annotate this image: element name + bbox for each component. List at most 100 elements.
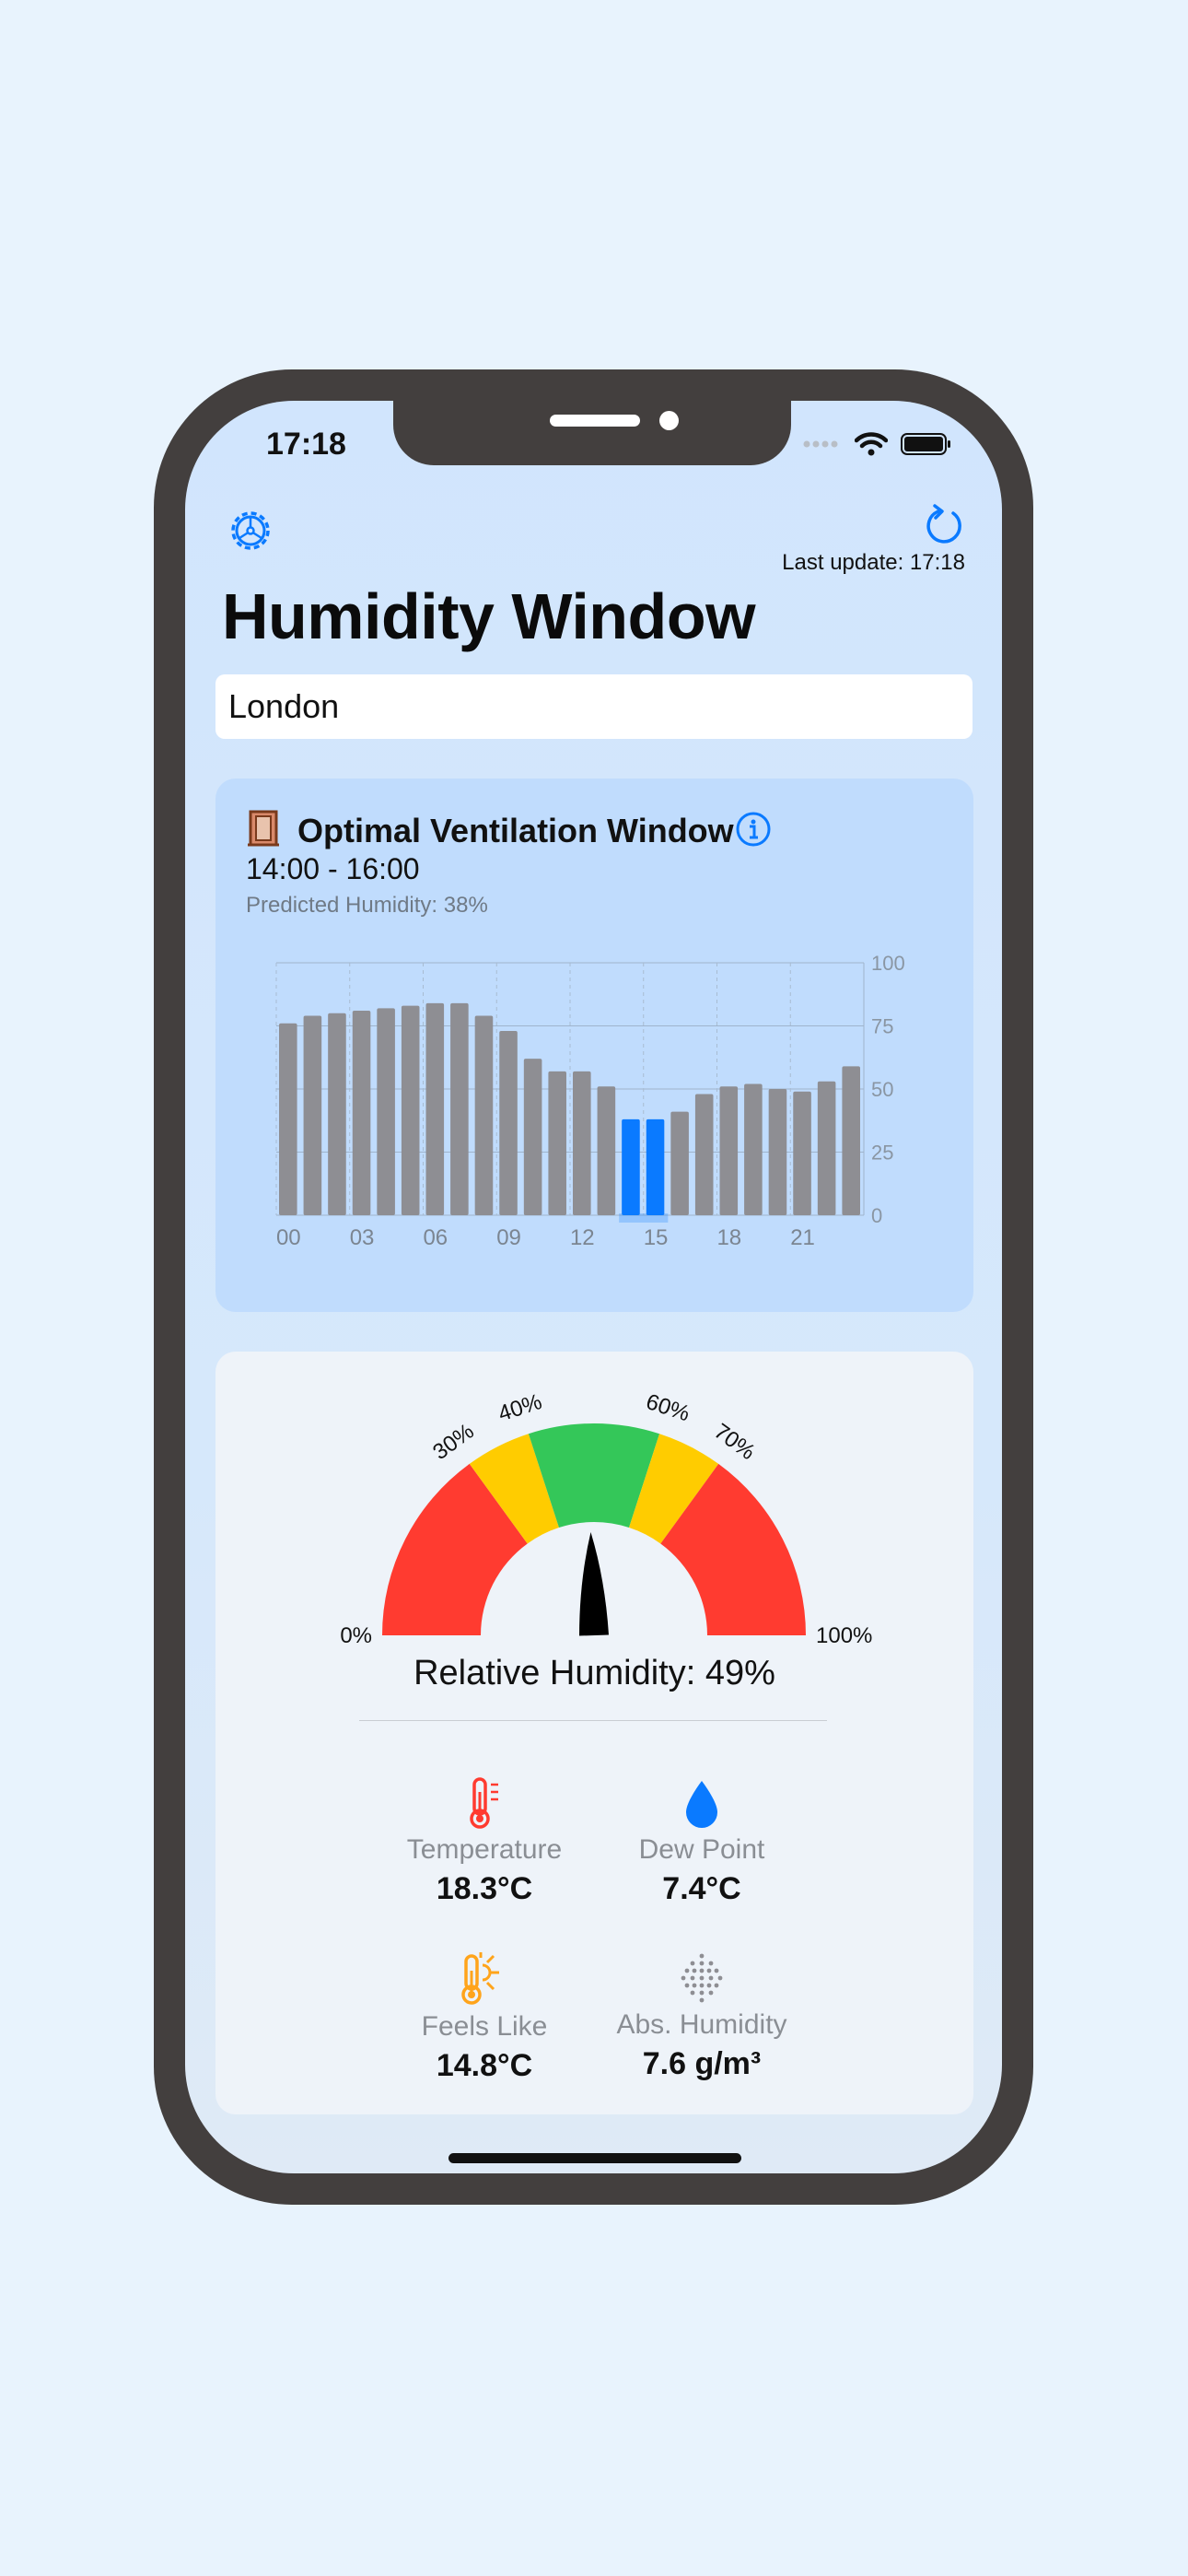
chart-bar xyxy=(817,1081,836,1215)
chart-bar xyxy=(548,1071,566,1215)
gauge-tick-label: 100% xyxy=(816,1623,872,1646)
chart-bar xyxy=(425,1002,445,1215)
chart-bar xyxy=(842,1066,860,1215)
page-title: Humidity Window xyxy=(222,580,756,652)
dot xyxy=(699,1961,705,1966)
chart-bar xyxy=(474,1015,494,1215)
hourly-humidity-chart: 0 25 50 75 100 00 03 06 09 12 15 18 21 xyxy=(275,952,905,1250)
chart-bar xyxy=(401,1005,420,1215)
chart-bar xyxy=(719,1086,739,1215)
x-tick-label: 12 xyxy=(570,1225,595,1250)
dot xyxy=(699,1990,705,1996)
gauge-needle xyxy=(579,1532,609,1636)
chart-bar xyxy=(597,1086,616,1215)
app-screen: 17:18 Last update: 17:18 Humidity Window… xyxy=(185,401,1002,2173)
home-indicator xyxy=(448,2153,741,2163)
metric-value: 7.6 g/m³ xyxy=(642,2046,762,2081)
dot xyxy=(706,1968,712,1973)
dot xyxy=(708,1975,714,1981)
refresh-icon[interactable] xyxy=(922,498,968,550)
x-tick-label: 18 xyxy=(716,1225,741,1250)
dot xyxy=(692,1983,697,1988)
dot xyxy=(699,1968,705,1973)
last-update-label: Last update: 17:18 xyxy=(782,550,965,575)
battery-icon xyxy=(901,433,950,455)
metric-temperature: Temperature 18.3°C xyxy=(365,1775,604,1907)
metric-value: 18.3°C xyxy=(436,1871,533,1906)
metric-label: Dew Point xyxy=(638,1834,765,1865)
gauge-tick-label: 60% xyxy=(643,1389,693,1427)
chart-bar xyxy=(694,1094,714,1215)
chart-bar xyxy=(670,1111,689,1215)
chart-bar xyxy=(793,1091,811,1215)
speaker xyxy=(550,415,640,427)
chart-bar xyxy=(523,1059,542,1215)
relative-humidity-readout: Relative Humidity: 49% xyxy=(413,1654,775,1692)
chart-bar xyxy=(303,1015,322,1215)
dot xyxy=(690,1975,695,1981)
dot xyxy=(690,1990,695,1996)
metric-dew-point: Dew Point 7.4°C xyxy=(582,1775,821,1907)
humidity-card: 0% 100% 30% 40% 60% 70% Relative Humidity: 49… xyxy=(215,1352,973,2114)
location-input[interactable] xyxy=(215,674,973,739)
dot xyxy=(699,1975,705,1981)
x-tick-label: 00 xyxy=(276,1225,301,1250)
dot xyxy=(717,1975,723,1981)
chart-bar xyxy=(352,1011,371,1215)
dot xyxy=(690,1961,695,1966)
y-tick-label: 100 xyxy=(871,952,905,975)
chart-bar xyxy=(328,1013,346,1215)
ventilation-card: Optimal Ventilation Window 14:00 - 16:00… xyxy=(215,779,973,1312)
metric-abs-humidity: Abs. Humidity 7.6 g/m³ xyxy=(582,1950,821,2082)
metric-label: Abs. Humidity xyxy=(616,2009,787,2040)
y-tick-label: 50 xyxy=(871,1078,893,1101)
signal-icon xyxy=(803,440,838,448)
x-tick-label: 06 xyxy=(423,1225,448,1250)
chart-bar xyxy=(744,1083,763,1215)
chart-bar xyxy=(450,1002,469,1215)
y-tick-label: 25 xyxy=(871,1142,893,1165)
thermometer-sun-icon xyxy=(461,1952,499,2005)
gauge-tick-label: 70% xyxy=(709,1419,760,1465)
gauge-tick-label: 0% xyxy=(340,1623,372,1646)
metric-label: Feels Like xyxy=(421,2011,548,2042)
wifi-icon xyxy=(855,432,888,456)
metric-label: Temperature xyxy=(406,1834,563,1865)
humidity-gauge: 0% 100% 30% 40% 60% 70% xyxy=(340,1389,872,1646)
chart-bar xyxy=(499,1030,518,1215)
humidity-dots-icon xyxy=(681,1953,723,2003)
gauge-tick-label: 40% xyxy=(495,1389,545,1427)
metric-value: 14.8°C xyxy=(436,2048,533,2083)
x-tick-label: 21 xyxy=(790,1225,815,1250)
dot xyxy=(714,1968,719,1973)
water-drop-icon xyxy=(686,1781,717,1828)
status-time: 17:18 xyxy=(266,427,346,462)
metric-value: 7.4°C xyxy=(662,1871,741,1906)
dot xyxy=(699,1997,705,2003)
dot xyxy=(692,1968,697,1973)
chart-bar xyxy=(646,1118,665,1215)
chart-bar xyxy=(573,1071,591,1215)
dot xyxy=(699,1953,705,1959)
dot xyxy=(714,1983,719,1988)
dot xyxy=(708,1961,714,1966)
dot xyxy=(681,1975,686,1981)
notch xyxy=(393,401,791,465)
dot xyxy=(706,1983,712,1988)
metric-feels-like: Feels Like 14.8°C xyxy=(365,1950,604,2084)
device-frame: 17:18 Last update: 17:18 Humidity Window… xyxy=(154,369,1033,2205)
camera xyxy=(659,411,679,430)
dot xyxy=(684,1968,690,1973)
settings-gear-icon[interactable] xyxy=(226,506,275,556)
status-icons xyxy=(803,432,952,456)
chart-bar xyxy=(622,1118,640,1215)
chart-bar xyxy=(279,1023,297,1215)
x-tick-label: 09 xyxy=(496,1225,521,1250)
x-tick-label: 15 xyxy=(644,1225,669,1250)
y-tick-label: 75 xyxy=(871,1015,893,1038)
thermometer-icon xyxy=(470,1777,498,1829)
dot xyxy=(708,1990,714,1996)
y-tick-label: 0 xyxy=(871,1204,882,1227)
gauge-tick-label: 30% xyxy=(428,1419,479,1465)
x-tick-label: 03 xyxy=(350,1225,375,1250)
